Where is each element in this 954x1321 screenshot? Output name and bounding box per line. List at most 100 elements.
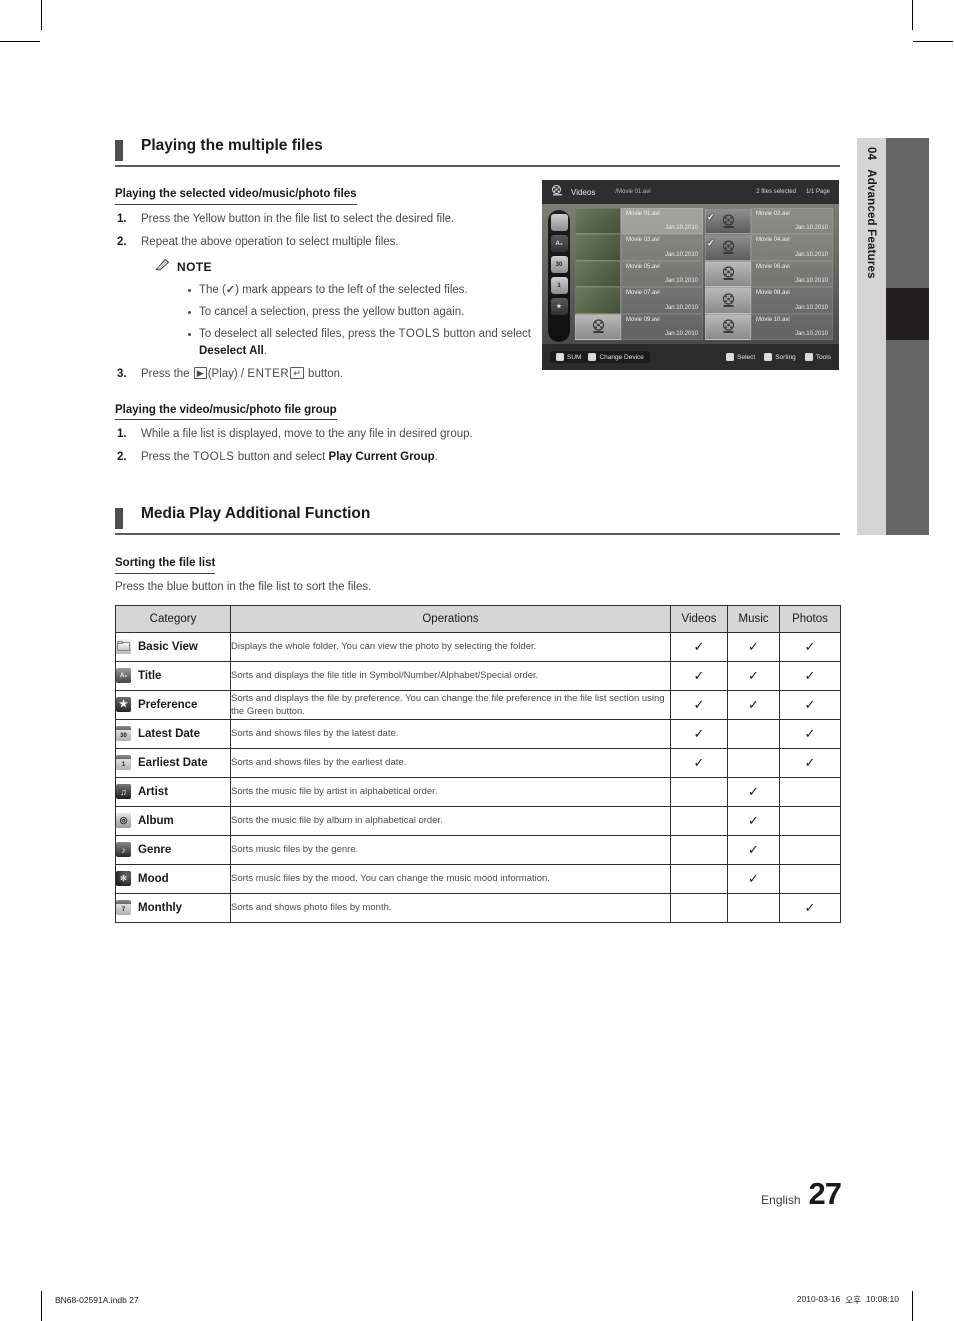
print-filename: BN68-02591A.indb 27 [55,1295,139,1305]
step-text-c: button. [304,367,344,380]
cell-videos-check: ✓ [670,660,728,691]
table-row: A₂ Title Sorts and displays the file title… [115,660,841,691]
category-label: Artist [138,785,169,798]
cell-category: 1 Earliest Date [115,747,231,778]
note-title: NOTE [155,258,535,277]
pencil-icon [155,258,170,277]
sorting-intro-text: Press the blue button in the file list t… [115,580,372,593]
note-text-b: button and select [440,327,532,340]
cell-operation: Sorts and displays the file title in Sym… [230,660,671,691]
album-icon: ◎ [116,813,131,828]
subsection-file-group: Playing the video/music/photo file group… [115,400,840,467]
table-body: Basic View Displays the whole folder. You… [115,631,841,923]
cell-operation: Sorts the music file by album in alphabe… [230,805,671,836]
play-current-group-keyword: Play Current Group [328,451,435,463]
print-footer: BN68-02591A.indb 27 2010-03-16 오후 10:08:… [55,1290,899,1310]
print-date: 2010-03-16 [796,1294,841,1304]
cell-operation: Sorts and shows files by the earliest da… [230,747,671,778]
cell-videos-check: ✓ [670,631,728,662]
cell-music-check: ✓ [727,631,780,662]
cell-photos-check [779,834,841,865]
cell-photos-check: ✓ [779,631,841,662]
table-row: ♪ Genre Sorts music files by the genre. ✓ [115,834,841,865]
cell-music-check [727,718,780,749]
category-label: Preference [138,698,198,711]
table-row: 30 Latest Date Sorts and shows files by th… [115,718,841,749]
steps-list-selected-files: 1. Press the Yellow button in the file l… [115,211,535,383]
step-text-a: Press the [141,367,193,380]
column-header-operations: Operations [230,604,671,633]
calendar-1-icon: 1 [116,755,131,770]
step-number: 3. [117,367,127,380]
table-header: Category Operations Videos Music Photos [115,604,841,633]
category-label: Basic View [138,640,198,653]
category-label: Earliest Date [138,756,208,769]
cell-videos-check [670,892,728,923]
step-text: While a file list is displayed, move to … [141,428,473,440]
note-text-c: . [263,344,267,357]
calendar-7-icon: 7 [116,900,131,915]
print-marker: 오후 [845,1295,861,1305]
tools-keyword: TOOLS [398,327,441,340]
cell-operation: Sorts and shows files by the latest date… [230,718,671,749]
category-label: Album [138,814,174,827]
note-item: The (✓) mark appears to the left of the … [187,282,535,299]
step-text-b: button and select [234,451,329,463]
step-number: 1. [117,212,127,225]
note-text-b: ) mark appears to the left of the select… [235,283,468,296]
section-heading-playing-multiple-files: Playing the multiple files [115,137,840,167]
cell-music-check [727,747,780,778]
crop-mark-bottom-right-v [912,1291,913,1321]
step-text: Press the Yellow button in the file list… [141,212,455,225]
print-timestamp: 2010-03-16 오후 10:08:10 [797,1294,899,1306]
sorting-categories-table: Category Operations Videos Music Photos … [115,604,841,923]
chapter-title: Advanced Features [865,169,878,279]
section-bar [115,140,123,161]
step-number: 2. [117,235,127,248]
category-label: Mood [138,872,169,885]
cell-photos-check [779,863,841,894]
cell-operation: Sorts and displays the file by preferenc… [230,689,671,720]
cell-photos-check: ✓ [779,660,841,691]
step-number: 2. [117,451,127,463]
cell-photos-check: ✓ [779,747,841,778]
print-time: 10:08:10 [865,1294,899,1304]
cell-category: A₂ Title [115,660,231,691]
table-header-row: Category Operations Videos Music Photos [115,604,841,633]
section-title: Playing the multiple files [141,137,323,154]
page-language: English [761,1193,801,1207]
subsection-selected-files: Playing the selected video/music/photo f… [115,184,535,383]
section-bar [115,508,123,529]
star-icon: ★ [116,697,131,712]
chapter-bar-active-marker [886,288,929,340]
cell-music-check: ✓ [727,689,780,720]
table-row: ✻ Mood Sorts music files by the mood. You … [115,863,841,894]
cell-operation: Displays the whole folder. You can view … [230,631,671,662]
crop-mark-top-right-v [912,0,913,30]
step-item: 1. While a file list is displayed, move … [115,426,840,443]
step-item: 2. Press the TOOLS button and select Pla… [115,449,840,466]
subsection-heading: Sorting the file list [115,556,216,574]
cell-music-check: ✓ [727,805,780,836]
cell-category: Basic View [115,631,231,662]
cell-photos-check [779,776,841,807]
step-item: 3. Press the ▶ (Play) / ENTER ↵ button. [115,366,535,383]
crop-mark-bottom-left-v [41,1291,42,1321]
section-rule [115,165,840,167]
chapter-tab-label: 04 Advanced Features [857,138,886,535]
step-item: 1. Press the Yellow button in the file l… [115,211,535,228]
enter-icon: ↵ [290,366,304,379]
mood-icon: ✻ [116,871,131,886]
cell-videos-check [670,805,728,836]
step-text-c: . [434,451,438,463]
subsection-heading: Playing the video/music/photo file group [115,403,337,420]
cell-photos-check [779,805,841,836]
table-row: Basic View Displays the whole folder. You… [115,631,841,662]
subsection-sorting: Sorting the file list Press the blue but… [115,553,840,596]
page-number-block: English 27 [761,1176,842,1212]
table-row: ★ Preference Sorts and displays the file b… [115,689,841,720]
crop-mark-top-right-h [913,41,953,42]
cell-category: 30 Latest Date [115,718,231,749]
cell-photos-check: ✓ [779,718,841,749]
cell-photos-check: ✓ [779,689,841,720]
